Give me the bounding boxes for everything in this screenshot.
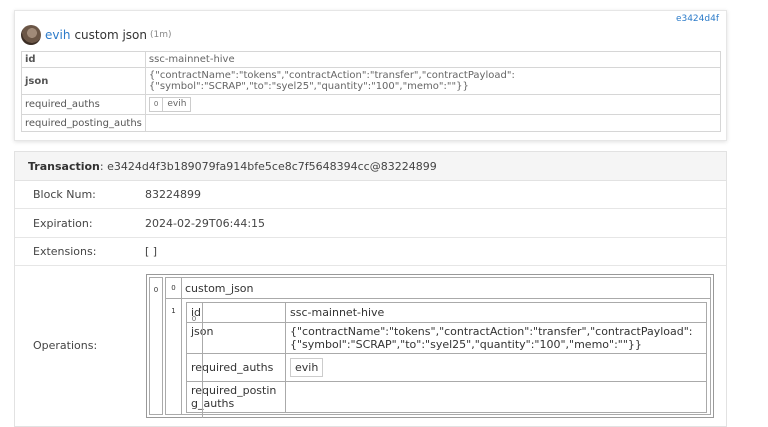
op-value-required-posting-auths	[285, 381, 707, 413]
operation-body-index: 1	[166, 299, 182, 414]
table-row: id ssc-mainnet-hive	[21, 51, 722, 68]
row-key-json: json	[21, 67, 146, 95]
table-row: required_auths 0 evih	[21, 94, 722, 115]
extensions-row: Extensions: [ ]	[15, 238, 726, 266]
operation-body: 1 id ssc-mainnet-hive json {"contractNam…	[166, 299, 710, 418]
operation-body-table: id ssc-mainnet-hive json {"contractName"…	[186, 302, 707, 418]
row-key-required-posting-auths: required_posting_auths	[21, 114, 146, 132]
expiration-label: Expiration:	[33, 217, 93, 230]
auth-value: evih	[167, 99, 187, 109]
auth-pill: 0 evih	[148, 97, 192, 112]
expiration-row: Expiration: 2024-02-29T06:44:15	[15, 209, 726, 238]
table-row: json {"contractName":"tokens","contractA…	[21, 67, 722, 95]
row-value-required-auths: 0 evih	[144, 94, 722, 115]
row-key-required-auths: required_auths	[21, 94, 146, 115]
transaction-hash-link[interactable]: e3424d4f	[676, 14, 719, 24]
row-key-id: id	[21, 51, 146, 68]
auth-pill: 0 evih	[192, 302, 324, 418]
op-value-id: ssc-mainnet-hive	[285, 302, 707, 323]
block-num-label: Block Num:	[33, 188, 96, 201]
op-value-required-auths: 0 evih	[192, 302, 707, 418]
auth-index: 0	[187, 302, 203, 418]
user-link[interactable]: evih	[45, 28, 70, 42]
operation-details-table: id ssc-mainnet-hive json {"contractName"…	[21, 51, 722, 132]
row-value-id: ssc-mainnet-hive	[144, 51, 722, 68]
time-ago: (1m)	[149, 30, 172, 40]
operation-card: e3424d4f evih custom json (1m) id ssc-ma…	[14, 10, 727, 141]
auth-index: 0	[150, 98, 164, 111]
expiration-value: 2024-02-29T06:44:15	[145, 217, 266, 230]
table-row: json {"contractName":"tokens","contractA…	[186, 322, 707, 354]
avatar[interactable]	[21, 25, 41, 45]
operation-name: custom json	[74, 28, 147, 42]
operations-table: 0 0 custom_json 1 id ssc-mainnet-hive js…	[146, 274, 714, 418]
block-num-link[interactable]: 83224899	[145, 188, 201, 201]
operation-type: custom_json	[185, 281, 254, 295]
auth-value: evih	[295, 361, 319, 374]
operation-type-index: 0	[166, 277, 182, 299]
table-row: required_auths 0 evih	[186, 302, 707, 418]
table-row: id ssc-mainnet-hive	[186, 302, 707, 323]
transaction-panel: Transaction : e3424d4f3b189079fa914bfe5c…	[14, 151, 727, 427]
table-row: required_posting_auths	[186, 381, 707, 413]
transaction-header: Transaction : e3424d4f3b189079fa914bfe5c…	[15, 152, 726, 181]
operation-index: 0	[149, 277, 163, 415]
transaction-label: Transaction	[28, 159, 100, 173]
extensions-label: Extensions:	[33, 245, 97, 258]
extensions-value: [ ]	[145, 245, 158, 258]
table-row: required_posting_auths	[21, 114, 722, 132]
operations-label: Operations:	[33, 339, 98, 352]
row-value-json: {"contractName":"tokens","contractAction…	[144, 67, 722, 95]
transaction-id: : e3424d4f3b189079fa914bfe5ce8c7f5648394…	[99, 159, 437, 173]
operation-header: evih custom json (1m)	[21, 25, 172, 45]
row-value-required-posting-auths	[144, 114, 722, 132]
operation-type-row: 0 custom_json	[166, 277, 710, 299]
block-num-row: Block Num: 83224899	[15, 181, 726, 209]
op-value-json: {"contractName":"tokens","contractAction…	[285, 322, 707, 354]
operation-entry: 0 custom_json 1 id ssc-mainnet-hive json…	[165, 277, 711, 418]
